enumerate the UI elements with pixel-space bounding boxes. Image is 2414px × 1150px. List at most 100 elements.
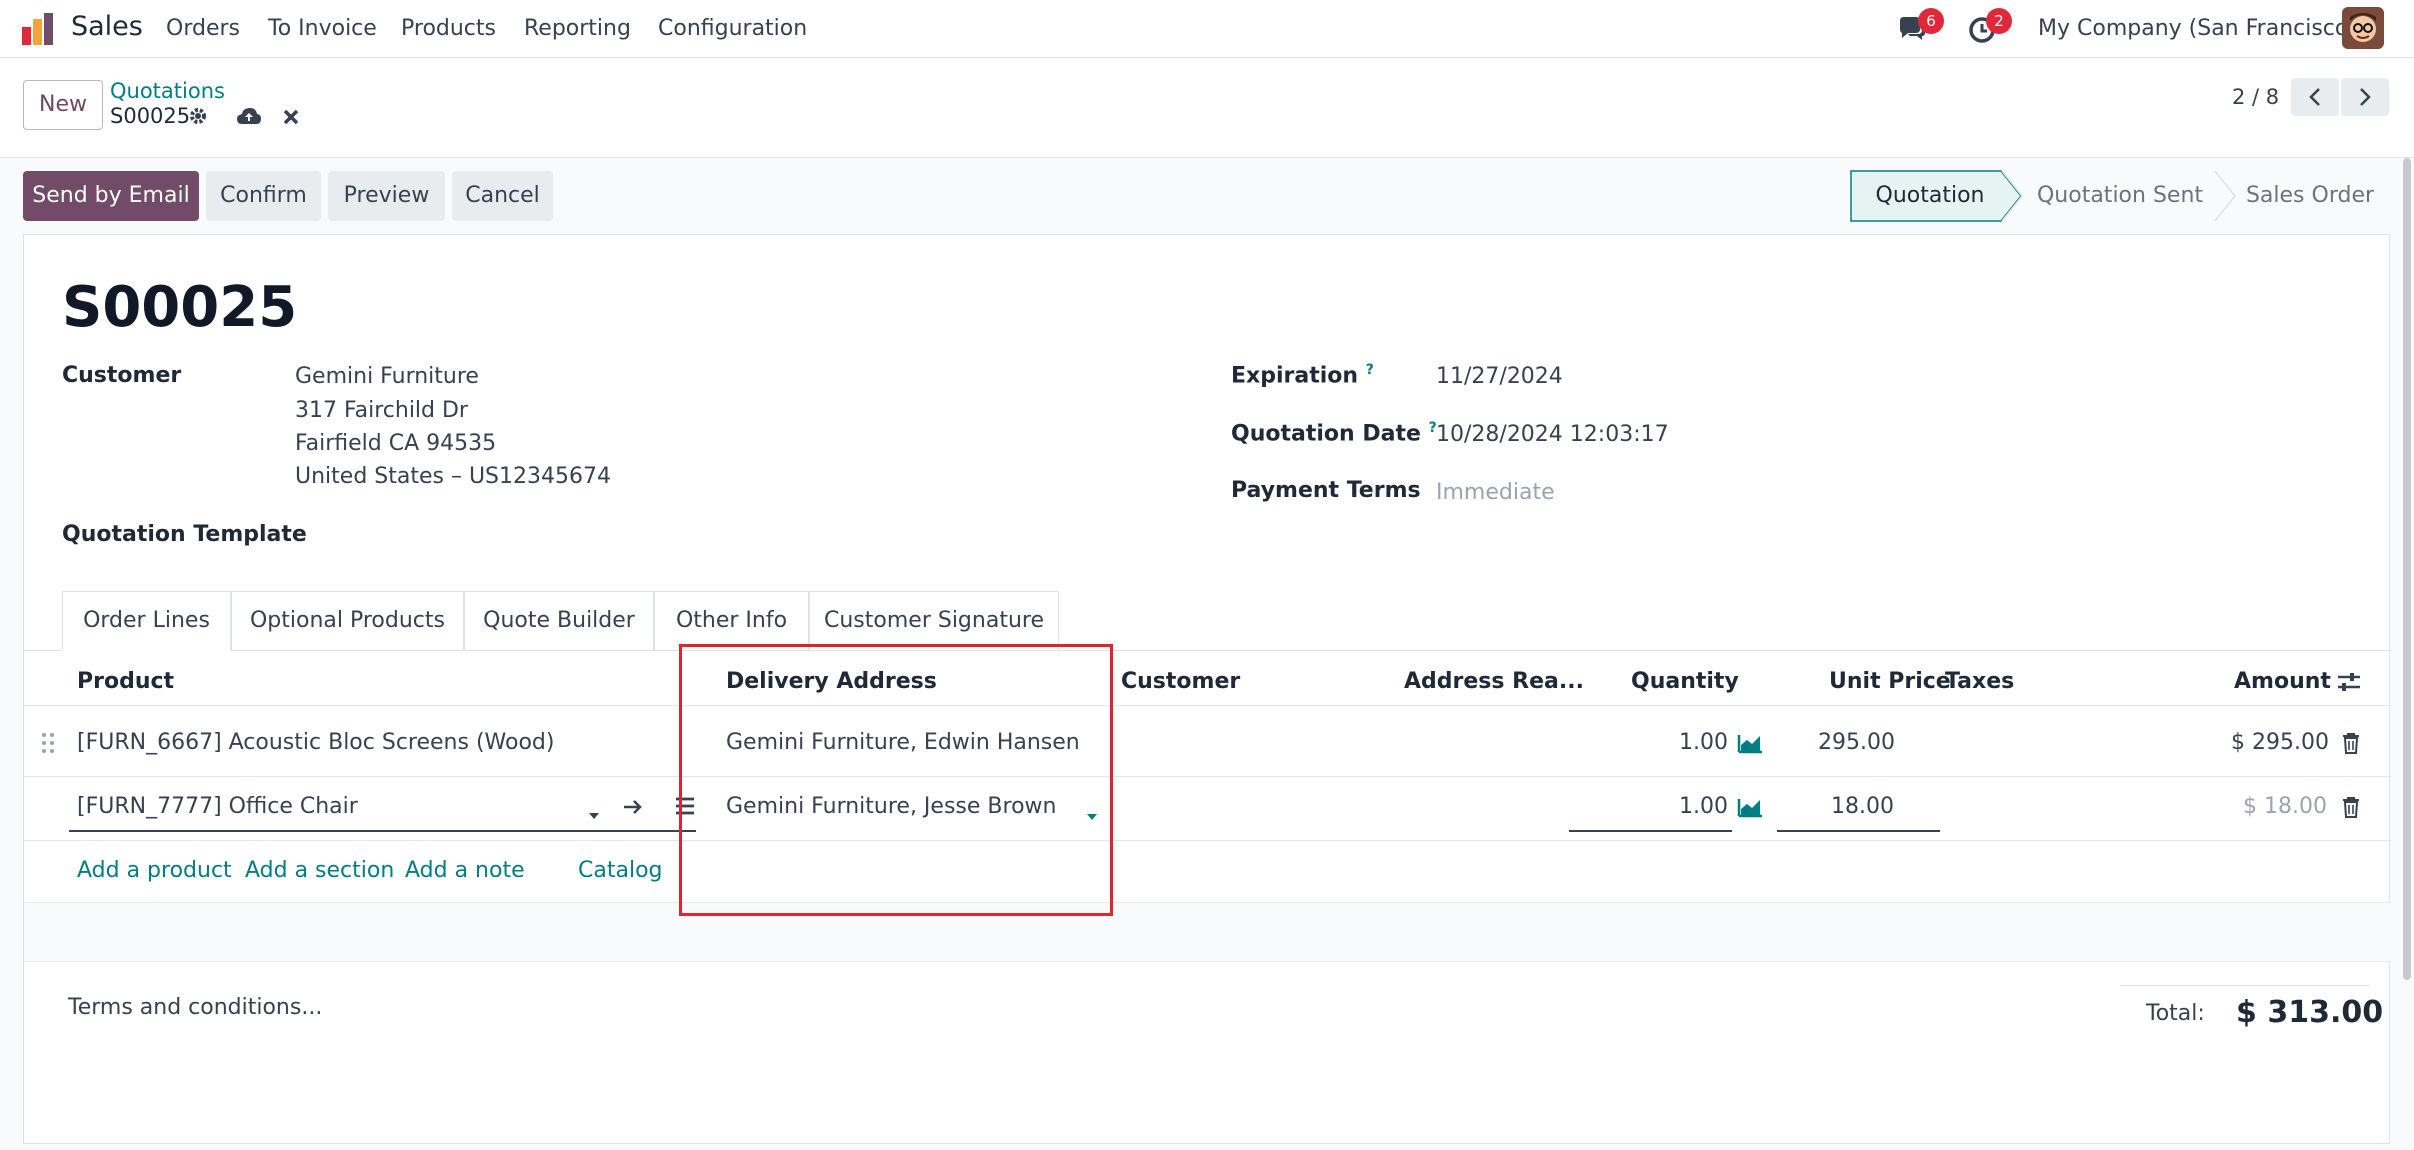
row2-quantity-input[interactable]: 1.00 bbox=[1679, 794, 1728, 819]
forecast-chart-icon[interactable] bbox=[1737, 732, 1763, 760]
header-separator bbox=[24, 705, 2391, 706]
chevron-right-icon bbox=[2360, 88, 2371, 106]
quotation-date-field[interactable]: 10/28/2024 12:03:17 bbox=[1436, 422, 1669, 447]
quotation-date-label-text: Quotation Date bbox=[1231, 421, 1421, 447]
menu-to-invoice[interactable]: To Invoice bbox=[268, 16, 377, 41]
quotation-date-label: Quotation Date ? bbox=[1231, 420, 1437, 446]
total-value: $ 313.00 bbox=[2236, 995, 2384, 1030]
save-cloud-icon[interactable] bbox=[236, 106, 262, 132]
delivery-dropdown-caret-icon[interactable] bbox=[1085, 803, 1099, 828]
row2-product-dropdown-caret-icon[interactable] bbox=[587, 802, 601, 827]
row-separator bbox=[24, 840, 2391, 841]
catalog-link[interactable]: Catalog bbox=[578, 858, 663, 883]
table-footer bbox=[24, 903, 2391, 961]
row1-unit-price[interactable]: 295.00 bbox=[1818, 730, 1895, 755]
menu-orders[interactable]: Orders bbox=[166, 16, 240, 41]
sales-app-icon[interactable] bbox=[20, 11, 56, 47]
app-name[interactable]: Sales bbox=[71, 11, 143, 42]
row2-delivery-address-input[interactable]: Gemini Furniture, Jesse Brown bbox=[726, 794, 1056, 819]
breadcrumb-quotations[interactable]: Quotations bbox=[110, 79, 225, 103]
expiration-help-icon[interactable]: ? bbox=[1366, 362, 1374, 378]
column-product[interactable]: Product bbox=[77, 669, 174, 694]
row1-quantity[interactable]: 1.00 bbox=[1679, 730, 1728, 755]
row2-amount: $ 18.00 bbox=[2243, 794, 2327, 819]
pager-next-button[interactable] bbox=[2341, 78, 2389, 116]
record-title: S00025 bbox=[62, 275, 298, 340]
add-note-link[interactable]: Add a note bbox=[405, 858, 525, 883]
gear-icon[interactable] bbox=[188, 106, 208, 132]
status-bar: Quotation Quotation Sent Sales Order bbox=[1850, 170, 2390, 222]
control-panel: New Quotations S00025 2 / 8 bbox=[0, 58, 2414, 158]
row2-delete-trash-icon[interactable] bbox=[2342, 796, 2360, 824]
form-sheet: S00025 Customer Gemini Furniture 317 Fai… bbox=[23, 234, 2391, 1144]
unit-price-input-underline bbox=[1777, 830, 1940, 832]
add-section-link[interactable]: Add a section bbox=[245, 858, 394, 883]
tab-divider bbox=[24, 650, 2391, 651]
row-separator bbox=[24, 961, 2391, 962]
company-switcher[interactable]: My Company (San Francisco) bbox=[2038, 16, 2357, 41]
quantity-input-underline bbox=[1569, 830, 1732, 832]
pager-value[interactable]: 2 / 8 bbox=[2232, 85, 2279, 109]
stage-sales-order[interactable]: Sales Order bbox=[2235, 170, 2385, 222]
internal-link-arrow-icon[interactable] bbox=[622, 797, 644, 822]
expiration-field[interactable]: 11/27/2024 bbox=[1436, 364, 1563, 389]
stage-quotation[interactable]: Quotation bbox=[1850, 170, 2010, 222]
forecast-chart-icon[interactable] bbox=[1737, 796, 1763, 824]
pager-previous-button[interactable] bbox=[2291, 78, 2339, 116]
page-scrollbar[interactable] bbox=[2403, 158, 2411, 980]
sliders-icon bbox=[2338, 673, 2360, 691]
menu-products[interactable]: Products bbox=[401, 16, 496, 41]
tab-other-info[interactable]: Other Info bbox=[654, 591, 809, 651]
messages-badge: 6 bbox=[1918, 8, 1944, 34]
column-delivery-address[interactable]: Delivery Address bbox=[726, 669, 937, 694]
product-input-underline bbox=[69, 830, 696, 832]
customer-address-line1: 317 Fairchild Dr bbox=[295, 398, 468, 423]
user-avatar[interactable] bbox=[2342, 7, 2384, 49]
tab-optional-products[interactable]: Optional Products bbox=[231, 591, 464, 651]
row-separator bbox=[24, 776, 2391, 777]
total-label: Total: bbox=[2146, 1001, 2205, 1026]
confirm-button[interactable]: Confirm bbox=[206, 171, 321, 221]
customer-address-line2: Fairfield CA 94535 bbox=[295, 431, 497, 456]
tab-order-lines[interactable]: Order Lines bbox=[62, 591, 231, 651]
discard-close-icon[interactable] bbox=[282, 107, 300, 132]
customer-label: Customer bbox=[62, 363, 182, 388]
row1-product[interactable]: [FURN_6667] Acoustic Bloc Screens (Wood) bbox=[77, 730, 554, 755]
terms-and-conditions-field[interactable]: Terms and conditions... bbox=[68, 995, 322, 1020]
menu-reporting[interactable]: Reporting bbox=[524, 16, 631, 41]
customer-field[interactable]: Gemini Furniture bbox=[295, 364, 479, 389]
quotation-template-label: Quotation Template bbox=[62, 522, 307, 547]
column-address-ready[interactable]: Address Rea... bbox=[1404, 669, 1584, 694]
product-configurator-list-icon[interactable] bbox=[675, 796, 695, 822]
column-customer[interactable]: Customer bbox=[1121, 669, 1240, 694]
payment-terms-label: Payment Terms bbox=[1231, 478, 1421, 503]
drag-handle-icon[interactable] bbox=[41, 732, 55, 760]
new-button[interactable]: New bbox=[23, 80, 103, 130]
row1-amount: $ 295.00 bbox=[2231, 730, 2329, 755]
column-amount[interactable]: Amount bbox=[2234, 669, 2331, 694]
row2-unit-price-input[interactable]: 18.00 bbox=[1831, 794, 1894, 819]
optional-columns-toggle[interactable] bbox=[2337, 671, 2361, 699]
column-quantity[interactable]: Quantity bbox=[1631, 669, 1739, 694]
totals-divider bbox=[2120, 985, 2370, 986]
menu-configuration[interactable]: Configuration bbox=[658, 16, 807, 41]
expiration-label: Expiration ? bbox=[1231, 362, 1374, 388]
send-by-email-button[interactable]: Send by Email bbox=[23, 171, 199, 221]
row1-delivery-address[interactable]: Gemini Furniture, Edwin Hansen bbox=[726, 730, 1080, 755]
breadcrumb-current-record: S00025 bbox=[110, 104, 191, 128]
customer-address-line3: United States – US12345674 bbox=[295, 464, 612, 489]
tab-quote-builder[interactable]: Quote Builder bbox=[464, 591, 654, 651]
preview-button[interactable]: Preview bbox=[328, 171, 445, 221]
row1-delete-trash-icon[interactable] bbox=[2342, 732, 2360, 760]
row2-product-input[interactable]: [FURN_7777] Office Chair bbox=[77, 794, 358, 819]
expiration-label-text: Expiration bbox=[1231, 363, 1359, 389]
stage-quotation-sent[interactable]: Quotation Sent bbox=[2025, 170, 2215, 222]
column-taxes[interactable]: Taxes bbox=[1945, 669, 2014, 694]
cancel-button[interactable]: Cancel bbox=[452, 171, 553, 221]
add-product-link[interactable]: Add a product bbox=[77, 858, 232, 883]
column-unit-price[interactable]: Unit Price bbox=[1829, 669, 1951, 694]
tab-customer-signature[interactable]: Customer Signature bbox=[809, 591, 1059, 651]
chevron-left-icon bbox=[2309, 88, 2320, 106]
top-navbar: Sales Orders To Invoice Products Reporti… bbox=[0, 0, 2414, 58]
payment-terms-field[interactable]: Immediate bbox=[1436, 480, 1555, 505]
